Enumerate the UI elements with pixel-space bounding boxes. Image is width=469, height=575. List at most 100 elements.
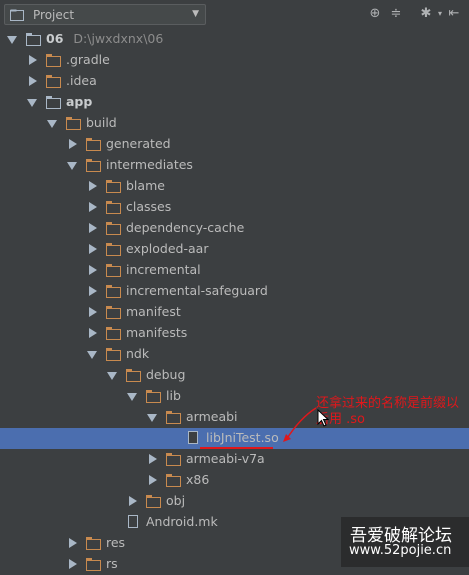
collapse-arrow-icon[interactable] — [89, 181, 97, 191]
collapse-arrow-icon[interactable] — [129, 496, 137, 506]
folder-icon — [166, 453, 181, 466]
project-view-label: Project — [33, 8, 75, 22]
tree-item-label: Android.mk — [146, 514, 218, 529]
annotation-arrow — [283, 407, 317, 442]
tree-item-label: lib — [166, 388, 181, 403]
folder-icon — [86, 159, 101, 172]
tree-item-label: build — [86, 115, 117, 130]
tree-folder-row[interactable]: ndk — [0, 344, 469, 365]
collapse-arrow-icon[interactable] — [29, 76, 37, 86]
tree-folder-row[interactable]: armeabi-v7a — [0, 449, 469, 470]
tree-item-label: exploded-aar — [126, 241, 209, 256]
expand-arrow-icon[interactable] — [47, 120, 57, 128]
folder-icon — [106, 201, 121, 214]
expand-arrow-icon[interactable] — [27, 99, 37, 107]
collapse-arrow-icon[interactable] — [89, 202, 97, 212]
expand-arrow-icon[interactable] — [67, 162, 77, 170]
module-folder-icon — [46, 96, 61, 109]
folder-icon — [106, 285, 121, 298]
expand-arrow-icon[interactable] — [127, 393, 137, 401]
file-icon — [128, 515, 138, 528]
target-icon[interactable]: ⊕ — [367, 6, 383, 22]
collapse-arrow-icon[interactable] — [89, 286, 97, 296]
collapse-arrow-icon[interactable] — [89, 223, 97, 233]
tree-item-label: .gradle — [66, 52, 110, 67]
tree-folder-row[interactable]: manifest — [0, 302, 469, 323]
collapse-arrow-icon[interactable] — [89, 265, 97, 275]
tree-folder-row[interactable]: app — [0, 92, 469, 113]
tree-item-label: generated — [106, 136, 171, 151]
tree-folder-row[interactable]: incremental — [0, 260, 469, 281]
tree-item-label: manifest — [126, 304, 181, 319]
tree-folder-row[interactable]: manifests — [0, 323, 469, 344]
tree-item-label: intermediates — [106, 157, 193, 172]
tree-item-label: blame — [126, 178, 165, 193]
annotation-text: 还拿过来的名称是前缀以后用 .so — [316, 396, 460, 427]
tree-folder-row[interactable]: x86 — [0, 470, 469, 491]
tree-item-label: armeabi — [186, 409, 238, 424]
folder-icon — [86, 537, 101, 550]
tree-folder-row[interactable]: blame — [0, 176, 469, 197]
collapse-arrow-icon[interactable] — [149, 475, 157, 485]
tree-item-label: x86 — [186, 472, 210, 487]
folder-icon — [106, 306, 121, 319]
project-path: D:\jwxdxnx\06 — [73, 31, 164, 46]
tree-folder-row[interactable]: exploded-aar — [0, 239, 469, 260]
folder-icon — [166, 411, 181, 424]
tree-item-label: manifests — [126, 325, 188, 340]
collapse-arrow-icon[interactable] — [69, 139, 77, 149]
expand-arrow-icon[interactable] — [107, 372, 117, 380]
folder-icon — [86, 138, 101, 151]
collapse-arrow-icon[interactable] — [89, 244, 97, 254]
annotation-underline — [200, 447, 273, 449]
folder-icon — [66, 117, 81, 130]
tree-folder-row[interactable]: debug — [0, 365, 469, 386]
tree-folder-row[interactable]: obj — [0, 491, 469, 512]
folder-icon — [166, 474, 181, 487]
mouse-cursor-icon — [317, 409, 329, 427]
folder-icon — [106, 222, 121, 235]
collapse-all-icon[interactable]: ≑ — [388, 6, 404, 22]
tree-folder-row[interactable]: dependency-cache — [0, 218, 469, 239]
tree-item-label: incremental — [126, 262, 201, 277]
expand-arrow-icon[interactable] — [147, 414, 157, 422]
tree-item-label: debug — [146, 367, 186, 382]
expand-arrow-icon[interactable] — [87, 351, 97, 359]
collapse-arrow-icon[interactable] — [89, 307, 97, 317]
tree-item-label: dependency-cache — [126, 220, 245, 235]
folder-icon — [106, 243, 121, 256]
folder-icon — [86, 558, 101, 571]
hide-icon[interactable]: ⇤ — [446, 6, 462, 22]
folder-icon — [46, 75, 61, 88]
tree-folder-row[interactable]: generated — [0, 134, 469, 155]
tree-folder-row[interactable]: .gradle — [0, 50, 469, 71]
tree-folder-row[interactable]: 06 D:\jwxdxnx\06 — [0, 29, 469, 50]
collapse-arrow-icon[interactable] — [29, 55, 37, 65]
project-toolbar: Project ▼ ⊕ ≑ ✱ ▾ ⇤ — [0, 0, 469, 30]
tree-item-label: libJniTest.so — [206, 430, 279, 445]
project-icon — [10, 9, 24, 21]
tree-item-label: .idea — [66, 73, 97, 88]
collapse-arrow-icon[interactable] — [89, 328, 97, 338]
folder-icon — [146, 390, 161, 403]
folder-icon — [46, 54, 61, 67]
collapse-arrow-icon[interactable] — [69, 559, 77, 569]
tree-item-label: incremental-safeguard — [126, 283, 268, 298]
expand-arrow-icon[interactable] — [7, 36, 17, 44]
file-icon — [188, 431, 198, 444]
project-tree: 06 D:\jwxdxnx\06 .gradle .idea app build gener… — [0, 29, 469, 571]
tree-item-label: obj — [166, 493, 186, 508]
folder-icon — [106, 264, 121, 277]
tree-folder-row[interactable]: .idea — [0, 71, 469, 92]
tree-folder-row[interactable]: intermediates — [0, 155, 469, 176]
tree-file-row[interactable]: libJniTest.so — [0, 428, 469, 449]
tree-item-label: classes — [126, 199, 172, 214]
tree-item-label: armeabi-v7a — [186, 451, 265, 466]
chevron-down-icon[interactable]: ▼ — [192, 9, 199, 19]
tree-folder-row[interactable]: classes — [0, 197, 469, 218]
tree-folder-row[interactable]: build — [0, 113, 469, 134]
collapse-arrow-icon[interactable] — [69, 538, 77, 548]
project-view-selector[interactable]: Project ▼ — [4, 4, 206, 25]
collapse-arrow-icon[interactable] — [149, 454, 157, 464]
tree-folder-row[interactable]: incremental-safeguard — [0, 281, 469, 302]
